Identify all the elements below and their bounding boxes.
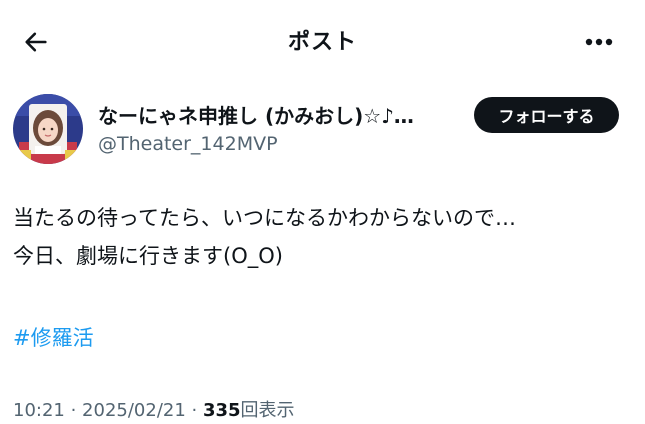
top-bar: ポスト	[0, 0, 645, 80]
follow-button[interactable]: フォローする	[474, 97, 619, 133]
page-title: ポスト	[287, 30, 357, 55]
tweet-line: 当たるの待ってたら、いつになるかわからないので…	[13, 206, 516, 230]
post-date[interactable]: 2025/02/21	[82, 400, 186, 421]
views-label: 回表示	[240, 400, 295, 421]
hashtag-link[interactable]: #修羅活	[13, 322, 94, 352]
meta-separator: ·	[185, 400, 203, 421]
author-row: なーにゃネ申推し (かみおし)☆♪… @Theater_142MVP フォローす…	[0, 90, 645, 170]
views-count: 335	[202, 400, 241, 421]
post-meta: 10:21 · 2025/02/21 · 335回表示	[13, 396, 295, 422]
post-screen: ポスト なーにゃネ申推し (かみおし)☆♪… @Theater_142MVP フ…	[0, 0, 645, 424]
display-name[interactable]: なーにゃネ申推し (かみおし)☆♪…	[98, 100, 463, 129]
avatar[interactable]	[13, 94, 83, 164]
meta-separator: ·	[64, 400, 83, 421]
more-button[interactable]	[579, 24, 619, 60]
more-horizontal-icon	[585, 38, 613, 46]
post-time[interactable]: 10:21	[13, 400, 65, 421]
tweet-line: 今日、劇場に行きます(O_O)	[13, 244, 283, 268]
user-handle[interactable]: @Theater_142MVP	[98, 133, 278, 155]
tweet-text: 当たるの待ってたら、いつになるかわからないので… 今日、劇場に行きます(O_O)	[13, 199, 633, 275]
